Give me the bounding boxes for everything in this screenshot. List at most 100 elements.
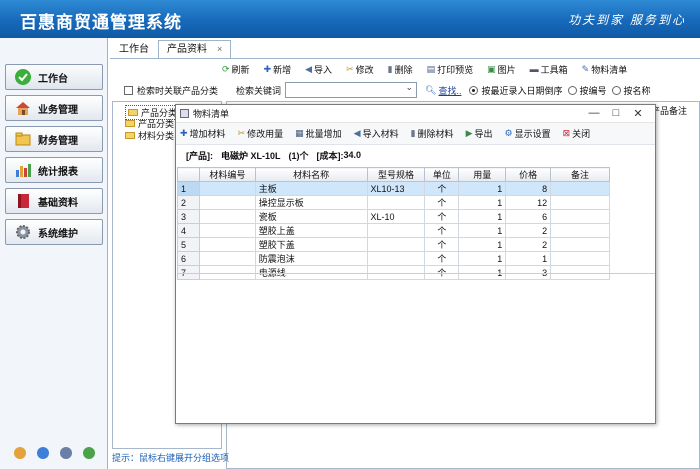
cell-code[interactable] — [198, 237, 256, 252]
cell-name[interactable]: 塑胶下盖 — [254, 237, 368, 252]
keyword-combobox[interactable] — [285, 82, 418, 98]
cell-spec[interactable] — [366, 237, 426, 252]
tree-item[interactable]: 材料分类 — [125, 129, 174, 142]
table-row[interactable]: 4 塑胶上盖 个 1 2 — [177, 223, 610, 238]
column-header[interactable]: 型号规格 — [366, 167, 426, 182]
column-header[interactable]: 单位 — [424, 167, 460, 182]
sidebar-item-label: 系统维护 — [38, 228, 78, 240]
cell-unit[interactable]: 个 — [424, 209, 460, 224]
tab-workbench[interactable]: 工作台 — [110, 40, 158, 58]
cell-note[interactable] — [550, 251, 610, 266]
note-icon[interactable] — [13, 447, 26, 459]
cell-price[interactable]: 12 — [505, 195, 552, 210]
minimize-button[interactable]: — — [583, 107, 605, 120]
edit-quantity-button[interactable]: ✂ 修改用量 — [238, 127, 284, 140]
table-row[interactable]: 1 主板 XL10-13 个 1 8 — [177, 181, 610, 196]
sidebar-item-reports[interactable]: 统计报表 — [5, 157, 103, 183]
cell-note[interactable] — [550, 195, 610, 210]
cell-name[interactable]: 操控显示板 — [254, 195, 368, 210]
add-button[interactable]: ✚ 新增 — [264, 61, 292, 77]
dialog-close-button[interactable]: ⊠ 关闭 — [563, 127, 591, 140]
cell-unit[interactable]: 个 — [424, 237, 460, 252]
cell-price[interactable]: 6 — [505, 209, 552, 224]
grid-header-row: 材料编号 材料名称 型号规格 单位 用量 价格 备注 — [177, 167, 610, 182]
cell-note[interactable] — [550, 223, 610, 238]
delete-material-button[interactable]: ▮ 删除材料 — [411, 127, 454, 140]
cell-code[interactable] — [198, 223, 256, 238]
close-button[interactable]: ✕ — [627, 107, 649, 120]
cell-unit[interactable]: 个 — [424, 251, 460, 266]
toolbox-button[interactable]: ▬ 工具箱 — [530, 61, 568, 77]
cell-note[interactable] — [550, 209, 610, 224]
cell-unit[interactable]: 个 — [424, 181, 460, 196]
column-header[interactable]: 备注 — [550, 167, 610, 182]
batch-add-button[interactable]: ▦ 批量增加 — [295, 127, 342, 140]
cell-note[interactable] — [550, 237, 610, 252]
column-header[interactable]: 材料编号 — [198, 167, 256, 182]
column-header[interactable]: 价格 — [505, 167, 552, 182]
radio-label: 按最近录入日期倒序 — [481, 85, 563, 96]
display-settings-button[interactable]: ⚙ 显示设置 — [505, 127, 551, 140]
cell-name[interactable]: 塑胶上盖 — [254, 223, 368, 238]
cell-qty[interactable]: 1 — [458, 209, 507, 224]
cell-price[interactable]: 1 — [505, 251, 552, 266]
cell-qty[interactable]: 1 — [458, 181, 507, 196]
import-button[interactable]: ◀ 导入 — [305, 61, 332, 77]
delete-button[interactable]: ▮ 删除 — [388, 61, 413, 77]
sidebar-item-workbench[interactable]: 工作台 — [5, 64, 103, 90]
cell-price[interactable]: 2 — [505, 237, 552, 252]
column-header[interactable]: 材料名称 — [254, 167, 368, 182]
cell-qty[interactable]: 1 — [458, 223, 507, 238]
table-row[interactable]: 5 塑胶下盖 个 1 2 — [177, 237, 610, 252]
sort-radio-name[interactable] — [611, 85, 621, 95]
maximize-button[interactable]: □ — [605, 107, 627, 120]
bom-button[interactable]: ✎ 物料清单 — [582, 61, 628, 77]
material-grid[interactable]: 材料编号 材料名称 型号规格 单位 用量 价格 备注 1 主板 XL10-13 个 1 8… — [177, 167, 610, 280]
sidebar-item-business[interactable]: 业务管理 — [5, 95, 103, 121]
find-link[interactable]: 查找.. — [438, 84, 461, 97]
cell-unit[interactable]: 个 — [424, 223, 460, 238]
column-header[interactable]: 用量 — [458, 167, 507, 182]
cell-spec[interactable]: XL-10 — [366, 209, 426, 224]
edit-button[interactable]: ✂ 修改 — [346, 61, 374, 77]
cell-code[interactable] — [198, 195, 256, 210]
refresh-button[interactable]: ⟳ 刷新 — [222, 61, 250, 77]
table-row[interactable]: 2 操控显示板 个 1 12 — [177, 195, 610, 210]
cell-code[interactable] — [198, 209, 256, 224]
info-icon[interactable] — [36, 447, 49, 459]
export-button[interactable]: ▶ 导出 — [466, 127, 493, 140]
cell-spec[interactable]: XL10-13 — [366, 181, 426, 196]
cell-unit[interactable]: 个 — [424, 195, 460, 210]
tab-close-icon[interactable]: × — [217, 44, 222, 54]
add-material-button[interactable]: ✚ 增加材料 — [180, 127, 226, 140]
cell-spec[interactable] — [366, 251, 426, 266]
cell-name[interactable]: 瓷板 — [254, 209, 368, 224]
cell-spec[interactable] — [366, 223, 426, 238]
cell-qty[interactable]: 1 — [458, 251, 507, 266]
image-button[interactable]: ▣ 图片 — [487, 61, 516, 77]
sidebar-item-basic-data[interactable]: 基础资料 — [5, 188, 103, 214]
link-category-checkbox[interactable] — [124, 85, 133, 95]
cell-qty[interactable]: 1 — [458, 195, 507, 210]
sort-radio-code[interactable] — [567, 85, 577, 95]
sidebar-item-system[interactable]: 系统维护 — [5, 219, 103, 245]
cell-code[interactable] — [198, 181, 256, 196]
table-row[interactable]: 6 防震泡沫个 1 1 — [177, 251, 610, 266]
sidebar-item-finance[interactable]: 财务管理 — [5, 126, 103, 152]
cell-note[interactable] — [550, 181, 610, 196]
import-material-button[interactable]: ◀ 导入材料 — [354, 127, 399, 140]
cell-qty[interactable]: 1 — [458, 237, 507, 252]
cell-name[interactable]: 防震泡沫 — [254, 251, 368, 266]
table-row[interactable]: 3 瓷板 XL-10 个 1 6 — [177, 209, 610, 224]
cell-code[interactable] — [198, 251, 256, 266]
print-preview-button[interactable]: ▤ 打印预览 — [427, 61, 474, 77]
dialog-titlebar[interactable]: 物料清单 — □ ✕ — [176, 105, 655, 123]
cell-spec[interactable] — [366, 195, 426, 210]
sort-radio-recent[interactable] — [469, 85, 479, 95]
cell-name[interactable]: 主板 — [254, 181, 368, 196]
calculator-icon[interactable] — [59, 447, 72, 459]
cell-price[interactable]: 8 — [505, 181, 552, 196]
cell-price[interactable]: 2 — [505, 223, 552, 238]
tab-product-info[interactable]: 产品资料 × — [158, 40, 232, 58]
exit-icon[interactable] — [82, 447, 95, 459]
